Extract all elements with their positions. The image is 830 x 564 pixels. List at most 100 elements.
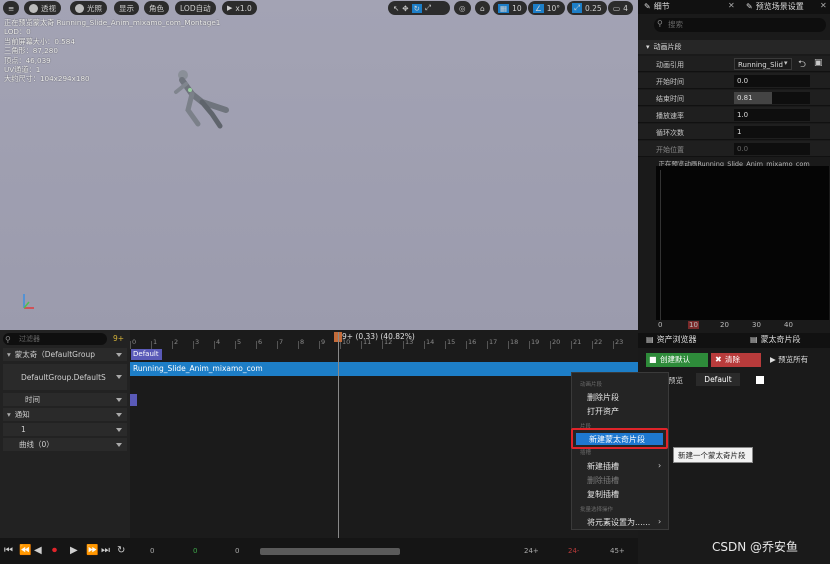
section-checkbox[interactable] — [756, 376, 764, 384]
play-reverse-icon[interactable]: ◀ — [34, 545, 42, 556]
frame-value[interactable]: 0 — [235, 547, 239, 555]
lod-button[interactable]: LOD自动 — [175, 1, 216, 15]
loop-count-field[interactable]: 1 — [734, 126, 810, 138]
ruler-label: 4 — [216, 338, 221, 346]
angle-snap-button[interactable]: ∠ 10° — [528, 1, 566, 15]
start-time-field[interactable]: 0.0 — [734, 75, 810, 87]
collapse-icon[interactable]: ▾ — [7, 350, 11, 359]
graph-axis — [660, 170, 661, 320]
perspective-icon — [29, 3, 38, 13]
dropdown-icon[interactable] — [116, 375, 122, 379]
folder-icon[interactable]: ▣ — [814, 58, 823, 68]
track-notify[interactable]: ▾ 通知 — [3, 408, 127, 421]
rotate-icon[interactable]: ↻ — [411, 3, 422, 13]
menu-new-montage-segment[interactable]: 新建蒙太奇片段 — [576, 433, 663, 445]
surface-snap-button[interactable]: ⌂ — [475, 1, 490, 15]
world-local-button[interactable]: ◎ — [454, 1, 471, 15]
select-icon[interactable]: ↖ — [393, 4, 399, 13]
menu-delete-slot[interactable]: 删除插槽 — [587, 475, 619, 486]
collapse-icon[interactable]: ▾ — [7, 410, 11, 419]
tab-asset-browser[interactable]: ▤ 资产浏览器 — [642, 334, 697, 347]
move-icon[interactable]: ✥ — [402, 4, 408, 13]
scale-icon[interactable]: ⤢ — [425, 3, 431, 13]
filter-input[interactable]: 过滤器 — [3, 333, 107, 345]
chevron-down-icon[interactable]: ▾ — [784, 59, 788, 67]
lit-icon — [75, 3, 84, 13]
dropdown-icon[interactable] — [116, 352, 122, 357]
skip-start-icon[interactable]: ⏮ — [4, 545, 13, 556]
watermark: CSDN @乔安鱼 — [712, 540, 799, 554]
ruler-label: 22 — [594, 338, 603, 346]
ruler-label: 9 — [321, 338, 326, 346]
axis-gizmo — [23, 294, 34, 309]
track-list: 过滤器 ⚲ 9+ ▾ 蒙太奇（DefaultGroup DefaultGroup… — [0, 330, 130, 538]
camera-icon: ▭ — [613, 3, 621, 13]
track-slot[interactable]: DefaultGroup.DefaultS — [3, 364, 127, 390]
range-end-left[interactable]: 24+ — [524, 547, 539, 555]
browse-back-icon[interactable]: ⮌ — [798, 57, 806, 74]
character-mesh[interactable] — [168, 66, 232, 132]
play-icon[interactable]: ▶ — [70, 545, 78, 556]
step-forward-icon[interactable]: ⏩ — [86, 545, 98, 556]
menu-duplicate-slot[interactable]: 复制插槽 — [587, 489, 619, 500]
ruler-label: 20 — [552, 338, 561, 346]
playback-speed-button[interactable]: ▶ x1.0 — [222, 1, 257, 15]
ruler-tick — [571, 341, 572, 349]
range-end-mid[interactable]: 24- — [568, 547, 579, 555]
range-end-right[interactable]: 45+ — [610, 547, 625, 555]
character-button[interactable]: 角色 — [144, 1, 169, 15]
section-default-chip[interactable]: Default — [131, 349, 162, 360]
tab-details[interactable]: ✎ 细节 — [640, 1, 670, 14]
category-header[interactable]: ▾ 动画片段 — [638, 40, 830, 54]
menu-new-slot[interactable]: 新建插槽 — [587, 461, 619, 472]
end-time-field[interactable]: 0.81 — [734, 92, 810, 104]
default-section-button[interactable]: Default — [696, 373, 740, 386]
lit-button[interactable]: 光照 — [70, 1, 107, 15]
play-rate-field[interactable]: 1.0 — [734, 109, 810, 121]
tab-montage-sections[interactable]: ▤ 蒙太奇片段 — [746, 334, 801, 347]
track-curves[interactable]: 曲线（0） — [3, 438, 127, 451]
show-button[interactable]: 显示 — [114, 1, 139, 15]
scale-snap-button[interactable]: ⤢ 0.25 — [567, 1, 607, 15]
angle-icon: ∠ — [533, 3, 544, 13]
track-notify-1[interactable]: 1 — [3, 423, 127, 436]
step-back-icon[interactable]: ⏪ — [19, 545, 31, 556]
add-track-button[interactable]: 9+ — [113, 334, 124, 343]
dropdown-icon[interactable] — [116, 427, 122, 432]
perspective-button[interactable]: 透视 — [24, 1, 61, 15]
ruler-tick — [466, 341, 467, 349]
dropdown-icon[interactable] — [116, 442, 122, 447]
menu-open-asset[interactable]: 打开资产 — [587, 406, 619, 417]
loop-icon[interactable]: ↻ — [117, 545, 125, 556]
camera-speed-button[interactable]: ▭ 4 — [608, 1, 633, 15]
tab-preview-settings[interactable]: ✎ 预览场景设置 — [742, 1, 804, 14]
montage-clip[interactable]: Running_Slide_Anim_mixamo_com — [130, 362, 638, 376]
details-search-input[interactable]: 搜索 — [654, 18, 826, 32]
clear-icon: ✖ — [715, 355, 722, 364]
context-menu: 动画片段 删除片段 打开资产 片段 插槽 新建插槽 › 删除插槽 复制插槽 批量… — [571, 372, 669, 530]
track-time[interactable]: 时间 — [3, 393, 127, 406]
timeline-scrollbar[interactable] — [260, 548, 400, 555]
anim-preview-graph[interactable] — [656, 166, 829, 330]
current-frame[interactable]: 0 — [193, 547, 197, 555]
viewport-menu-button[interactable]: ≡ — [3, 1, 19, 15]
transform-tools[interactable]: ↖ ✥ ↻ ⤢ — [388, 1, 450, 15]
grid-snap-button[interactable]: ▦ 10 — [493, 1, 527, 15]
range-start[interactable]: 0 — [150, 547, 154, 555]
dropdown-icon[interactable] — [116, 397, 122, 402]
prop-end-time: 结束时间 0.81 — [638, 90, 830, 106]
tooltip: 新建一个蒙太奇片段 — [673, 447, 753, 463]
record-icon[interactable]: ⏺ — [52, 545, 57, 556]
prop-start-time: 开始时间 0.0 — [638, 73, 830, 89]
notify-marker[interactable] — [130, 394, 137, 406]
start-position-field[interactable]: 0.0 — [734, 143, 810, 155]
menu-delete-segment[interactable]: 删除片段 — [587, 392, 619, 403]
track-montage[interactable]: ▾ 蒙太奇（DefaultGroup — [3, 348, 127, 361]
close-icon[interactable]: ✕ — [820, 1, 827, 10]
preview-all-button[interactable]: ▶ 预览所有 — [766, 353, 826, 367]
dropdown-icon[interactable] — [116, 412, 122, 417]
skip-end-icon[interactable]: ⏭ — [101, 545, 110, 556]
menu-set-elements[interactable]: 将元素设置为...... — [587, 517, 650, 528]
close-icon[interactable]: ✕ — [728, 1, 735, 10]
preview-viewport[interactable]: ≡ 透视 光照 显示 角色 LOD自动 ▶ x1.0 ↖ ✥ ↻ ⤢ ◎ ⌂ ▦ 10 ∠… — [0, 0, 638, 330]
